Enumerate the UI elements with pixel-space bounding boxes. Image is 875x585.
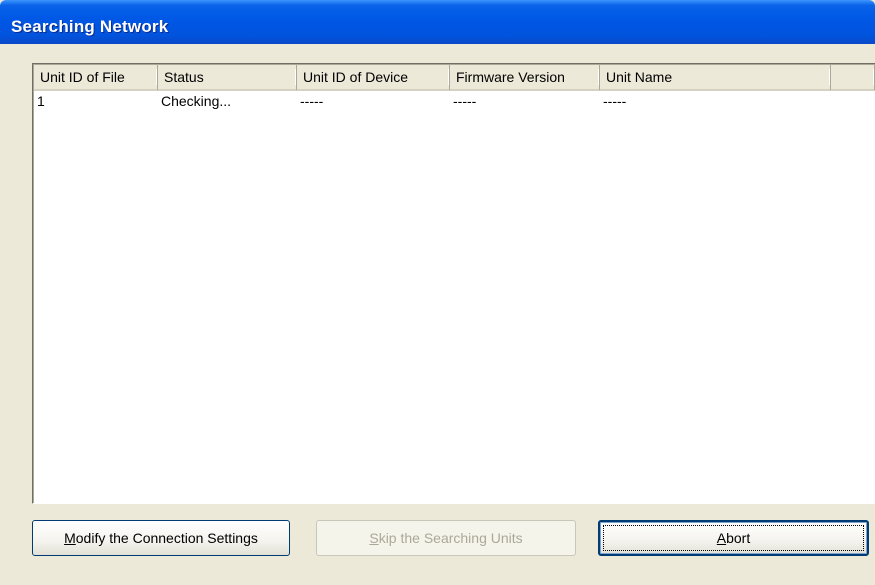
cell-unit-id-of-file: 1	[37, 93, 45, 109]
cell-status: Checking...	[161, 93, 232, 109]
button-accelerator: A	[716, 530, 727, 546]
column-header-label: Unit ID of Device	[303, 69, 409, 85]
column-header-unit-name[interactable]: Unit Name	[600, 65, 831, 91]
column-header-filler	[831, 65, 875, 91]
skip-searching-units-button[interactable]: Skip the Searching Units	[316, 520, 576, 556]
button-label: bort	[726, 530, 751, 546]
cell-unit-id-of-device: -----	[300, 93, 324, 109]
column-header-status[interactable]: Status	[158, 65, 297, 91]
column-header-label: Status	[164, 69, 204, 85]
list-header: Unit ID of File Status Unit ID of Device…	[34, 65, 875, 91]
searching-network-dialog: Searching Network Unit ID of File Status…	[0, 0, 875, 585]
window-title: Searching Network	[11, 17, 169, 36]
button-accelerator: M	[64, 530, 76, 546]
modify-connection-settings-button[interactable]: Modify the Connection Settings	[32, 520, 290, 556]
column-header-label: Unit Name	[606, 69, 673, 85]
column-header-label: Firmware Version	[456, 69, 565, 85]
column-header-label: Unit ID of File	[40, 69, 125, 85]
abort-button[interactable]: Abort	[598, 520, 869, 556]
column-header-unit-id-of-device[interactable]: Unit ID of Device	[297, 65, 450, 91]
list-rows: 1 Checking... ----- ----- -----	[34, 91, 831, 111]
column-header-firmware-version[interactable]: Firmware Version	[450, 65, 600, 91]
cell-firmware-version: -----	[453, 93, 477, 109]
button-label: odify the Connection Settings	[75, 530, 258, 546]
button-accelerator: S	[369, 530, 379, 546]
table-row[interactable]: 1 Checking... ----- ----- -----	[34, 91, 831, 111]
title-bar[interactable]: Searching Network	[0, 0, 875, 44]
button-label: kip the Searching Units	[378, 530, 523, 546]
cell-unit-name: -----	[603, 93, 627, 109]
units-list-view[interactable]: Unit ID of File Status Unit ID of Device…	[32, 63, 875, 504]
column-header-unit-id-of-file[interactable]: Unit ID of File	[34, 65, 158, 91]
